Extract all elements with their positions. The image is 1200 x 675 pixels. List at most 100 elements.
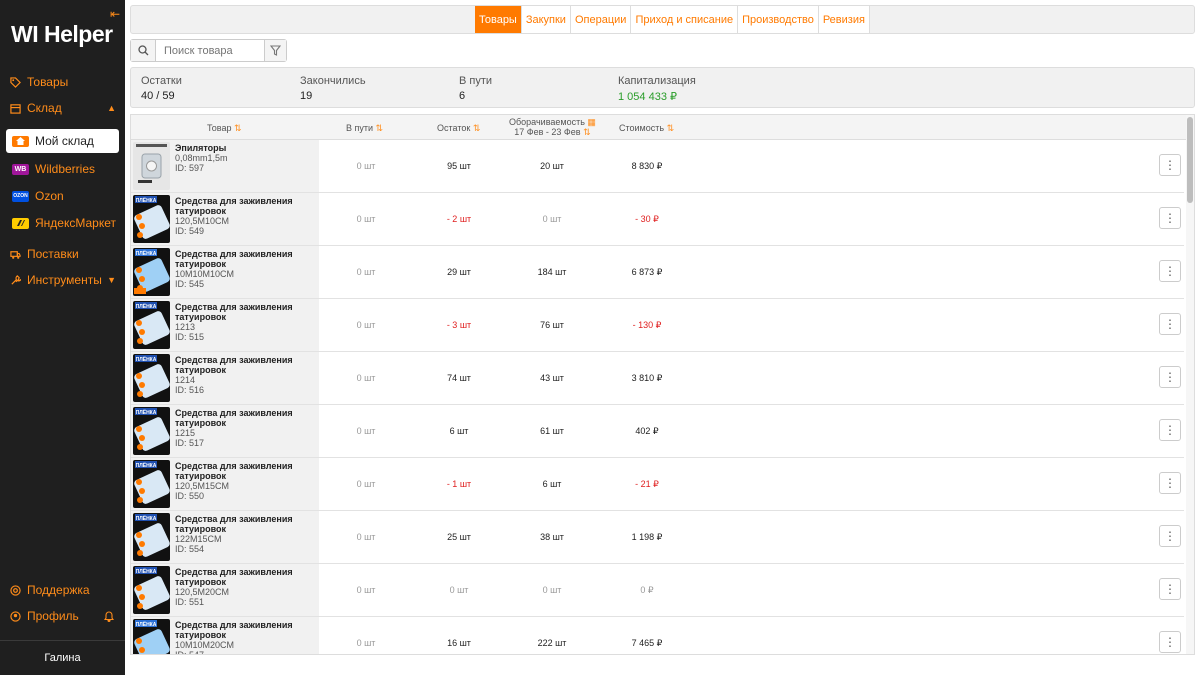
product-cell[interactable]: ПЛЁНКА Средства для заживления татуирово…: [131, 617, 319, 655]
product-cell[interactable]: ПЛЁНКА Средства для заживления татуирово…: [131, 511, 319, 563]
table-row[interactable]: ПЛЁНКА Средства для заживления татуирово…: [131, 352, 1184, 405]
product-cell[interactable]: ПЛЁНКА Средства для заживления татуирово…: [131, 352, 319, 404]
cost-cell: 402 ₽: [635, 426, 659, 436]
row-more-button[interactable]: ⋮: [1159, 419, 1181, 441]
product-id: ID: 516: [175, 385, 205, 395]
table-row[interactable]: ПЛЁНКА Средства для заживления татуирово…: [131, 617, 1184, 655]
product-name-block: Средства для заживления татуировок 10M10…: [175, 249, 315, 289]
product-cell[interactable]: ПЛЁНКА Средства для заживления татуирово…: [131, 405, 319, 457]
product-id: ID: 545: [175, 279, 205, 289]
product-cell[interactable]: ПЛЁНКА Средства для заживления татуирово…: [131, 246, 319, 298]
table-row[interactable]: ПЛЁНКА Средства для заживления татуирово…: [131, 193, 1184, 246]
tab-audit[interactable]: Ревизия: [818, 6, 870, 33]
stock-cell: 29 шт: [447, 267, 471, 277]
tab-income-writeoff[interactable]: Приход и списание: [631, 6, 739, 33]
product-cell[interactable]: ПЛЁНКА Средства для заживления татуирово…: [131, 193, 319, 245]
turnover-cell: 6 шт: [542, 479, 562, 489]
column-header-turnover[interactable]: Оборачиваемость ▦ 17 Фев - 23 Фев ⇅: [509, 117, 596, 137]
tab-products[interactable]: Товары: [475, 6, 522, 33]
sidebar-item-label: Товары: [27, 75, 69, 89]
row-more-button[interactable]: ⋮: [1159, 472, 1181, 494]
product-cell[interactable]: ПЛЁНКА Средства для заживления татуирово…: [131, 299, 319, 351]
calendar-icon[interactable]: ▦: [587, 117, 596, 127]
row-more-button[interactable]: ⋮: [1159, 260, 1181, 282]
sidebar-item-products[interactable]: Товары: [10, 71, 120, 93]
product-name-block: Эпиляторы 0,08mm1,5m ID: 597: [175, 143, 315, 173]
table-row[interactable]: ПЛЁНКА Средства для заживления татуирово…: [131, 299, 1184, 352]
cost-cell: 8 830 ₽: [631, 161, 663, 171]
sidebar-item-label: Инструменты: [27, 273, 102, 287]
sidebar-item-profile[interactable]: Профиль: [10, 605, 120, 627]
turnover-cell: 38 шт: [540, 532, 564, 542]
in-transit-cell: 0 шт: [356, 585, 376, 595]
product-variant: 120,5M15CM: [175, 481, 230, 491]
product-id: ID: 550: [175, 491, 205, 501]
product-variant: 1214: [175, 375, 196, 385]
sidebar-item-my-warehouse[interactable]: Мой склад: [6, 129, 119, 153]
tab-purchases[interactable]: Закупки: [521, 6, 571, 33]
user-name[interactable]: Галина: [0, 652, 125, 664]
bell-icon[interactable]: [104, 610, 114, 622]
sidebar-divider: [0, 640, 125, 641]
row-more-button[interactable]: ⋮: [1159, 578, 1181, 600]
row-more-button[interactable]: ⋮: [1159, 631, 1181, 653]
product-cell[interactable]: ПЛЁНКА Средства для заживления татуирово…: [131, 564, 319, 616]
sidebar-item-support[interactable]: Поддержка: [10, 579, 120, 601]
filter-button[interactable]: [264, 40, 286, 61]
turnover-cell: 0 шт: [542, 585, 562, 595]
row-more-button[interactable]: ⋮: [1159, 366, 1181, 388]
tab-operations[interactable]: Операции: [570, 6, 632, 33]
product-variant: 122M15CM: [175, 534, 222, 544]
scrollbar-thumb[interactable]: [1187, 117, 1193, 203]
sort-icon: ⇅: [234, 123, 242, 133]
product-thumbnail: ПЛЁНКА: [133, 460, 170, 508]
table-row[interactable]: ПЛЁНКА Средства для заживления татуирово…: [131, 511, 1184, 564]
search-button[interactable]: [131, 40, 156, 61]
table-row[interactable]: ПЛЁНКА Средства для заживления татуирово…: [131, 405, 1184, 458]
product-thumbnail: ПЛЁНКА: [133, 301, 170, 349]
table-scrollbar[interactable]: [1186, 115, 1194, 654]
sidebar-item-wildberries[interactable]: WB Wildberries: [6, 157, 119, 181]
more-vertical-icon: ⋮: [1164, 317, 1176, 331]
collapse-sidebar-icon[interactable]: ⇤: [110, 7, 120, 21]
more-vertical-icon: ⋮: [1164, 423, 1176, 437]
svg-text:ПЛЁНКА: ПЛЁНКА: [136, 250, 157, 257]
row-more-button[interactable]: ⋮: [1159, 207, 1181, 229]
more-vertical-icon: ⋮: [1164, 476, 1176, 490]
column-header-cost[interactable]: Стоимость ⇅: [619, 123, 674, 134]
product-cell[interactable]: ПЛЁНКА Средства для заживления татуирово…: [131, 458, 319, 510]
sidebar-item-warehouse[interactable]: Склад ▲: [10, 97, 120, 119]
in-transit-cell: 0 шт: [356, 373, 376, 383]
product-id: ID: 551: [175, 597, 205, 607]
table-row[interactable]: ПЛЁНКА Средства для заживления татуирово…: [131, 564, 1184, 617]
sidebar-item-tools[interactable]: Инструменты ▼: [10, 269, 120, 291]
turnover-cell: 184 шт: [537, 267, 567, 277]
row-more-button[interactable]: ⋮: [1159, 525, 1181, 547]
in-transit-cell: 0 шт: [356, 267, 376, 277]
row-more-button[interactable]: ⋮: [1159, 154, 1181, 176]
svg-text:ПЛЁНКА: ПЛЁНКА: [136, 303, 157, 310]
stat-label: Капитализация: [618, 75, 696, 87]
table-row[interactable]: ПЛЁНКА Средства для заживления татуирово…: [131, 458, 1184, 511]
sidebar-item-ozon[interactable]: OZON Ozon: [6, 184, 119, 208]
product-cell[interactable]: Эпиляторы 0,08mm1,5m ID: 597: [131, 140, 319, 192]
table-row[interactable]: Эпиляторы 0,08mm1,5m ID: 597 0 шт 95 шт …: [131, 140, 1184, 193]
column-header-in-transit[interactable]: В пути ⇅: [346, 123, 383, 134]
search-input[interactable]: [156, 40, 264, 61]
product-name: Средства для заживления татуировок: [175, 567, 293, 587]
tab-production[interactable]: Производство: [738, 6, 819, 33]
column-header-product[interactable]: Товар ⇅: [207, 123, 242, 134]
search-icon: [137, 45, 148, 56]
sidebar-item-label: Склад: [27, 101, 62, 115]
product-id: ID: 554: [175, 544, 205, 554]
stat-label: Остатки: [141, 75, 182, 87]
product-variant: 10M10M10CM: [175, 269, 235, 279]
sidebar-item-yandex-market[interactable]: ЯндексМаркет: [6, 211, 119, 235]
row-more-button[interactable]: ⋮: [1159, 313, 1181, 335]
table-row[interactable]: ПЛЁНКА Средства для заживления татуирово…: [131, 246, 1184, 299]
column-header-stock[interactable]: Остаток ⇅: [437, 123, 480, 134]
cost-cell: 7 465 ₽: [631, 638, 663, 648]
sidebar-item-supplies[interactable]: Поставки: [10, 243, 120, 265]
wildberries-icon: WB: [12, 163, 29, 175]
product-id: ID: 547: [175, 650, 205, 655]
